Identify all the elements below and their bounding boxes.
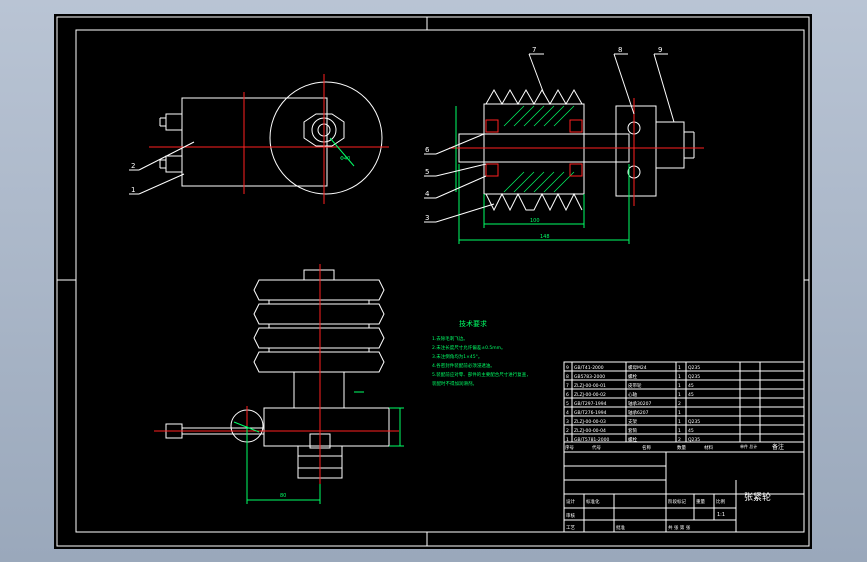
bom-cell: Q235	[688, 437, 700, 443]
bom-cell: Q235	[688, 419, 700, 425]
bom-cell: 螺栓	[628, 436, 637, 443]
tb-stage: 阶段标记	[668, 498, 686, 505]
outer-border	[56, 16, 810, 547]
balloon-5: 5	[425, 168, 429, 176]
tb-design: 设计	[566, 498, 575, 505]
balloon-2: 2	[131, 162, 135, 170]
bom-header-name: 名称	[642, 444, 651, 451]
bom-header-seq: 序号	[565, 444, 574, 451]
bom-cell: 1	[678, 428, 681, 434]
bom-cell: 1	[678, 374, 681, 380]
bom-cell: 1	[678, 410, 681, 416]
bom-cell: 2	[678, 401, 681, 407]
bom-cell: Q235	[688, 374, 700, 380]
bom-rows: 9 GB/T41-2000 螺母M24 1 Q235 8 GB5783-2000 螺栓 1 Q23…	[566, 364, 700, 443]
bom-cell: 套筒	[628, 427, 637, 434]
tb-scale-value: 1:1	[717, 512, 725, 518]
bom-cell: 1	[678, 419, 681, 425]
balloon-9: 9	[658, 46, 662, 54]
bom-cell: GB/T41-2000	[574, 365, 604, 371]
note-line-4: 4.各密封件装配前必须浸透油。	[432, 362, 495, 369]
bom-cell: 45	[688, 383, 694, 389]
side-view: Φ40	[129, 74, 389, 204]
bom-cell: 2	[566, 428, 569, 434]
front-view: 80	[154, 264, 404, 504]
note-line-1: 1.去除毛刺飞边。	[432, 335, 468, 342]
bom-cell: 9	[566, 365, 569, 371]
balloon-3: 3	[425, 214, 429, 222]
bom-cell: GB/T276-1994	[574, 410, 607, 416]
tb-approve: 批准	[616, 524, 625, 531]
bom-cell: 轴承6207	[628, 409, 649, 416]
bom-header-material: 材料	[704, 444, 713, 451]
bom-header-weight: 单件 总计	[740, 443, 757, 449]
dim-bottom: 80	[280, 493, 286, 499]
drawing-svg: Φ40 2 1 100 148 6 5 4 3 7 8 9 80 技术要求 1.…	[56, 16, 810, 547]
tb-sheets: 共 张 第 张	[668, 524, 691, 531]
tb-standard: 标准化	[586, 498, 600, 505]
bom-header-qty: 数量	[677, 444, 686, 451]
dim-width-1: 100	[530, 218, 540, 224]
bom-cell: 45	[688, 428, 694, 434]
balloon-8: 8	[618, 46, 622, 54]
dim-dia: Φ40	[340, 156, 350, 162]
inner-border	[75, 29, 805, 533]
tb-weight: 重量	[696, 498, 705, 505]
balloon-4: 4	[425, 190, 430, 198]
bom-cell: 轴承30207	[628, 400, 651, 407]
bom-cell: 45	[688, 392, 694, 398]
bom-cell: 6	[566, 392, 569, 398]
bom-header: 序号 代号 名称 数量 材料 单件 总计 备注	[565, 443, 784, 451]
bom-cell: 8	[566, 374, 569, 380]
dim-width-3: 148	[540, 234, 550, 240]
balloon-7: 7	[532, 46, 536, 54]
bom-cell: 4	[566, 410, 569, 416]
bom-cell: 皮带轮	[628, 382, 642, 389]
drawing-name: 张紧轮	[744, 491, 771, 503]
note-line-5: 5.装配前应对零、部件的主要配合尺寸进行复查，	[432, 371, 531, 378]
bom-cell: 1	[678, 365, 681, 371]
balloon-6: 6	[425, 146, 430, 154]
note-line-2: 2.未注长度尺寸允许偏差±0.5mm。	[432, 344, 506, 351]
note-line-6: 装配时不得加润滑剂。	[432, 380, 477, 387]
bom-cell: GB/T297-1994	[574, 401, 607, 407]
bom-cell: ZLZJ-00-00-03	[574, 419, 606, 425]
tb-process: 工艺	[566, 525, 575, 531]
bom-cell: 2	[678, 437, 681, 443]
bom-cell: 5	[566, 401, 569, 407]
bom-cell: 螺母M24	[628, 364, 647, 371]
bom-header-remark: 备注	[772, 443, 784, 451]
tb-scale: 比例	[716, 498, 725, 505]
bom-cell: 支架	[628, 418, 637, 425]
tech-notes: 技术要求 1.去除毛刺飞边。 2.未注长度尺寸允许偏差±0.5mm。 3.未注倒…	[432, 319, 531, 387]
drawing-canvas[interactable]: Φ40 2 1 100 148 6 5 4 3 7 8 9 80 技术要求 1.…	[54, 14, 812, 549]
title-block	[563, 451, 805, 533]
section-view: 100 148	[424, 53, 704, 244]
bom-cell: 7	[566, 383, 569, 389]
bom-cell: 1	[678, 392, 681, 398]
bom-cell: Q235	[688, 365, 700, 371]
bom-cell: 心轴	[628, 391, 637, 398]
bom-cell: 螺栓	[628, 373, 637, 380]
bom-cell: 1	[566, 437, 569, 443]
bom-cell: 3	[566, 419, 569, 425]
notes-title: 技术要求	[459, 319, 487, 328]
bom-cell: GB5783-2000	[574, 374, 605, 380]
note-line-3: 3.未注倒角均为1×45°。	[432, 353, 482, 360]
bom-cell: 1	[678, 383, 681, 389]
tb-review: 审核	[566, 512, 575, 519]
bom-cell: GB/T5781-2000	[574, 437, 610, 443]
bom-cell: ZLZJ-00-00-01	[574, 383, 606, 389]
bom-cell: ZLZJ-00-00-02	[574, 392, 606, 398]
bom-header-code: 代号	[592, 444, 601, 451]
bom-cell: ZLZJ-00-00-04	[574, 428, 606, 434]
balloon-1: 1	[131, 186, 135, 194]
